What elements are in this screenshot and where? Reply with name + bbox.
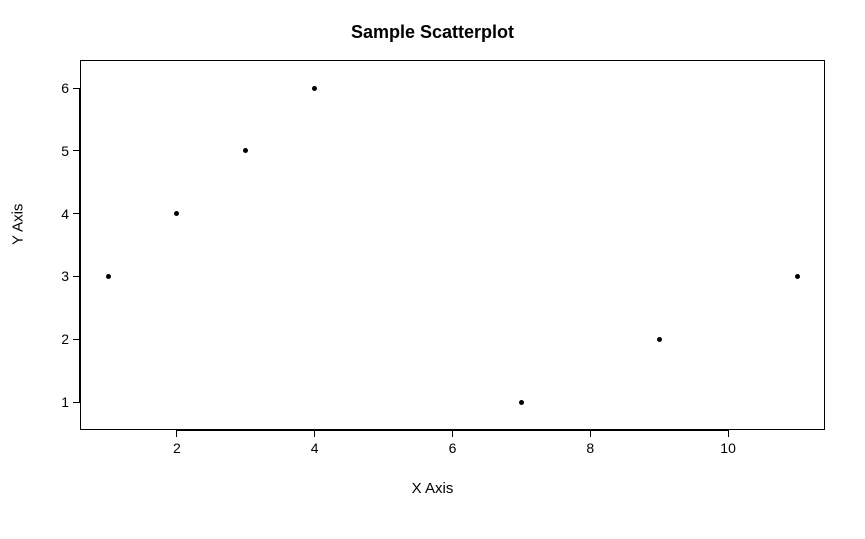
- y-tick: [73, 213, 80, 214]
- y-axis-line: [79, 88, 80, 402]
- y-tick: [73, 88, 80, 89]
- chart-title: Sample Scatterplot: [0, 22, 865, 43]
- y-tick: [73, 276, 80, 277]
- x-tick-label: 2: [173, 440, 181, 456]
- x-tick-label: 8: [586, 440, 594, 456]
- plot-area: [80, 60, 825, 430]
- x-tick-label: 6: [449, 440, 457, 456]
- y-axis-label: Y Axis: [10, 204, 27, 245]
- x-tick-label: 10: [720, 440, 736, 456]
- data-point: [795, 274, 800, 279]
- data-point: [312, 86, 317, 91]
- y-tick: [73, 402, 80, 403]
- y-tick-label: 4: [45, 206, 69, 222]
- x-tick: [728, 430, 729, 437]
- x-axis-label: X Axis: [0, 480, 865, 497]
- x-tick: [590, 430, 591, 437]
- y-tick: [73, 150, 80, 151]
- y-tick: [73, 339, 80, 340]
- data-point: [106, 274, 111, 279]
- x-tick: [314, 430, 315, 437]
- data-point: [519, 400, 524, 405]
- x-tick: [452, 430, 453, 437]
- x-tick: [176, 430, 177, 437]
- x-tick-label: 4: [311, 440, 319, 456]
- y-tick-label: 6: [45, 80, 69, 96]
- y-tick-label: 3: [45, 268, 69, 284]
- y-tick-label: 5: [45, 143, 69, 159]
- y-tick-label: 1: [45, 394, 69, 410]
- data-point: [657, 337, 662, 342]
- y-tick-label: 2: [45, 331, 69, 347]
